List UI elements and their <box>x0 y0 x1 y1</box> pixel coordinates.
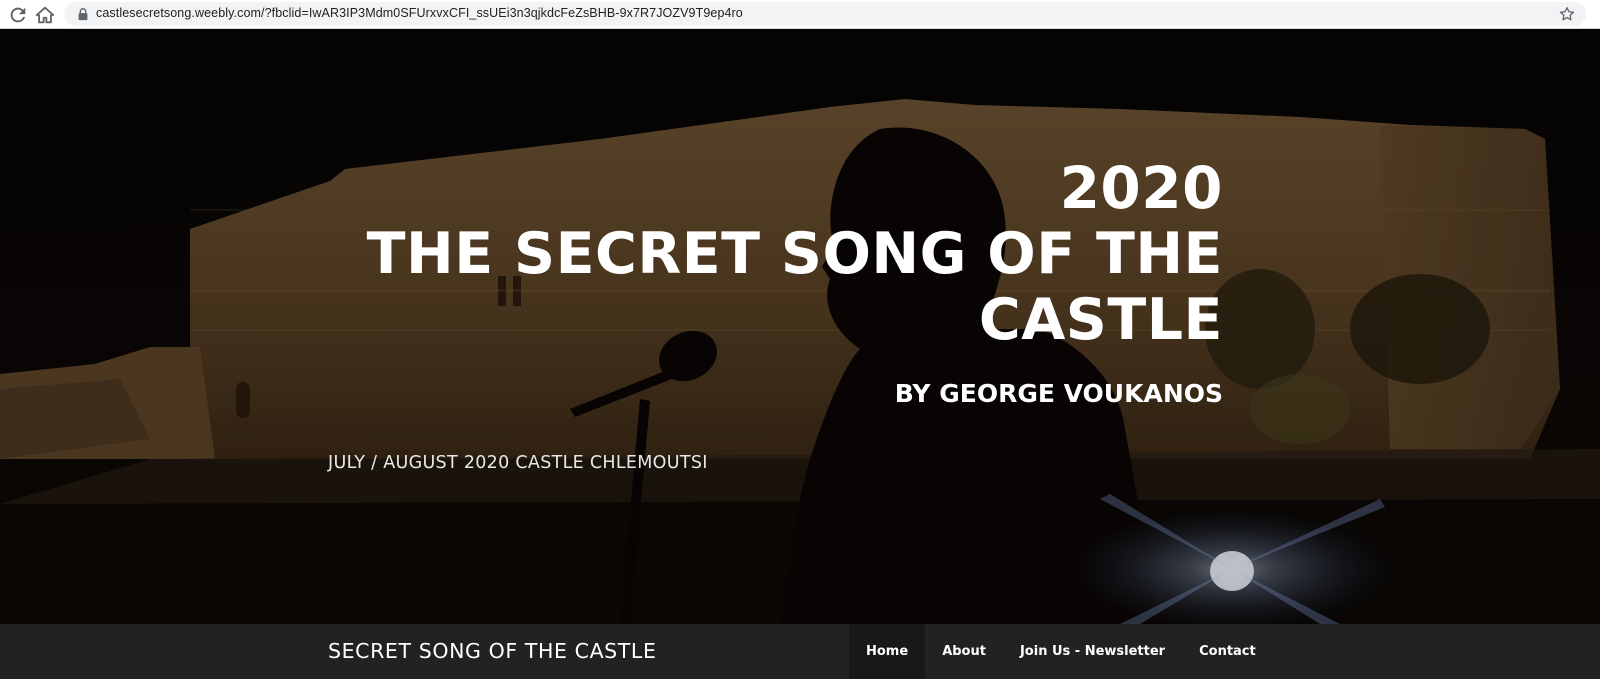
menu-item-home[interactable]: Home <box>849 624 926 679</box>
browser-toolbar: castlesecretsong.weebly.com/?fbclid=IwAR… <box>0 0 1600 29</box>
menu-item-about[interactable]: About <box>925 624 1003 679</box>
hero-byline: BY GEORGE VOUKANOS <box>894 379 1223 408</box>
main-menu: Home About Join Us - Newsletter Contact <box>849 624 1273 679</box>
hero-subtitle: JULY / AUGUST 2020 CASTLE CHLEMOUTSI <box>328 453 708 473</box>
reload-icon[interactable] <box>7 4 29 26</box>
address-bar[interactable]: castlesecretsong.weebly.com/?fbclid=IwAR… <box>64 2 1586 26</box>
site-navigation: SECRET SONG OF THE CASTLE Home About Joi… <box>0 624 1600 679</box>
home-icon[interactable] <box>34 4 56 26</box>
star-icon[interactable] <box>1558 5 1576 23</box>
menu-item-join-us-newsletter[interactable]: Join Us - Newsletter <box>1003 624 1182 679</box>
menu-item-contact[interactable]: Contact <box>1182 624 1273 679</box>
hero-year: 2020 <box>1059 154 1223 222</box>
site-title-link[interactable]: SECRET SONG OF THE CASTLE <box>328 639 657 663</box>
lock-icon <box>78 8 88 21</box>
hero-title: THE SECRET SONG OF THE CASTLE <box>366 221 1223 353</box>
url-text: castlesecretsong.weebly.com/?fbclid=IwAR… <box>96 6 743 20</box>
hero-banner: 2020 THE SECRET SONG OF THE CASTLE BY GE… <box>0 29 1600 624</box>
